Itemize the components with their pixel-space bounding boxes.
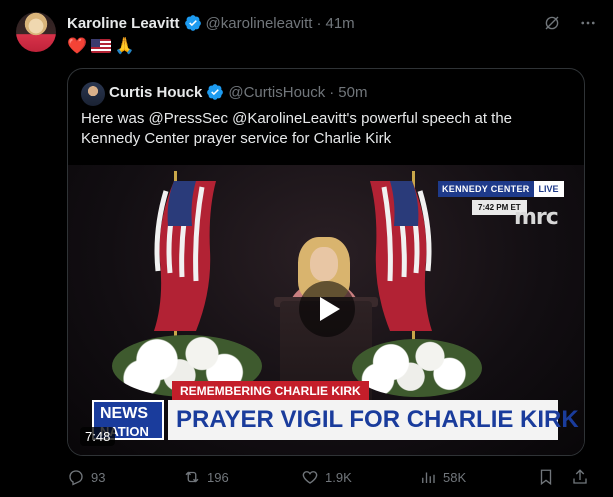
tweet-top-actions <box>543 14 597 37</box>
tweet-header: Karoline Leavitt @karolineleavitt · 41m <box>67 14 355 32</box>
quoted-author-avatar[interactable] <box>81 82 105 106</box>
quoted-tweet-header: Curtis Houck @CurtisHouck · 50m <box>109 83 367 101</box>
quoted-tweet-time[interactable]: 50m <box>338 84 367 101</box>
video-duration: 7:48 <box>80 427 116 446</box>
repost-icon <box>185 471 199 483</box>
network-logo: mrc <box>514 205 559 230</box>
separator-dot: · <box>329 83 335 101</box>
heart-icon <box>302 471 318 484</box>
more-options-icon[interactable] <box>579 14 597 37</box>
flowers-right <box>352 339 482 397</box>
reply-icon <box>69 470 83 486</box>
repost-button[interactable]: 196 <box>183 468 229 486</box>
bookmark-button[interactable] <box>537 468 555 486</box>
speaker-face <box>310 247 338 281</box>
quoted-tweet[interactable]: Curtis Houck @CurtisHouck · 50m Here was… <box>67 68 585 456</box>
like-count: 1.9K <box>325 469 352 485</box>
tweet-actions: 93 196 1.9K 58K <box>67 468 587 490</box>
like-button[interactable]: 1.9K <box>301 468 352 486</box>
share-button[interactable] <box>571 468 589 486</box>
author-handle[interactable]: @karolineleavitt <box>206 15 313 32</box>
praying-hands-emoji: 🙏 <box>114 38 135 55</box>
verified-badge-icon <box>184 15 201 31</box>
banner-top: REMEMBERING CHARLIE KIRK <box>172 381 369 401</box>
quoted-tweet-text: Here was @PressSec @KarolineLeavitt's po… <box>81 110 513 147</box>
tweet-text: ❤️ 🙏 <box>67 36 135 56</box>
quoted-author-handle[interactable]: @CurtisHouck <box>228 84 325 101</box>
author-avatar[interactable] <box>16 12 56 52</box>
verified-badge-icon <box>207 84 224 100</box>
venue-label: KENNEDY CENTER <box>438 181 534 197</box>
repost-count: 196 <box>207 469 229 485</box>
us-flag-emoji <box>90 39 111 53</box>
bookmark-icon <box>540 469 552 486</box>
play-icon <box>319 297 340 321</box>
view-count: 58K <box>443 469 467 485</box>
channel-name-line1: NEWS <box>100 405 148 422</box>
reply-count: 93 <box>91 469 106 485</box>
quoted-author-name[interactable]: Curtis Houck <box>109 84 202 101</box>
video-player[interactable]: KENNEDY CENTER LIVE 7:42 PM ET mrc REMEM… <box>68 165 584 455</box>
live-label: LIVE <box>533 181 564 197</box>
reply-button[interactable]: 93 <box>67 468 105 486</box>
grok-icon[interactable] <box>543 14 561 37</box>
american-flag-left <box>154 181 216 331</box>
play-button[interactable] <box>299 281 355 337</box>
banner-main: PRAYER VIGIL FOR CHARLIE KIRK <box>168 400 579 440</box>
views-button[interactable]: 58K <box>419 468 466 486</box>
american-flag-right <box>370 181 432 331</box>
heart-emoji: ❤️ <box>67 38 87 55</box>
views-icon <box>422 472 435 483</box>
author-name[interactable]: Karoline Leavitt <box>67 15 180 32</box>
separator-dot: · <box>316 14 322 32</box>
tweet-time[interactable]: 41m <box>325 15 354 32</box>
share-icon <box>573 469 587 484</box>
